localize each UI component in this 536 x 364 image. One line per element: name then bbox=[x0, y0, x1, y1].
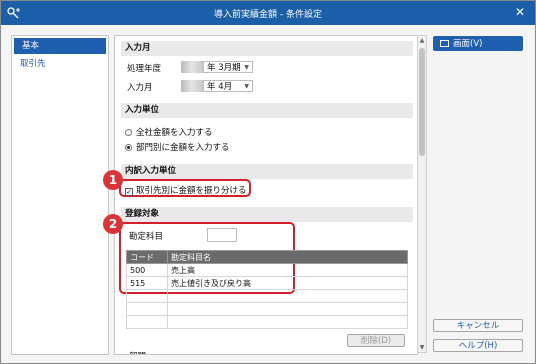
radio-company-total[interactable]: 全社金額を入力する bbox=[125, 126, 213, 138]
table-cell bbox=[167, 302, 408, 316]
client-allocation-label: 取引先別に金額を振り分ける bbox=[136, 186, 247, 196]
radio-company-total-label: 全社金額を入力する bbox=[136, 128, 213, 138]
table-row[interactable] bbox=[126, 315, 408, 329]
table-cell bbox=[167, 289, 408, 303]
screen-button-label: 画面(V) bbox=[453, 39, 483, 49]
section-breakdown-title: 内訳入力単位 bbox=[121, 164, 413, 179]
fiscal-year-select[interactable]: 年 3月期 ▼ bbox=[203, 61, 253, 73]
radio-by-department[interactable]: 部門別に金額を入力する bbox=[125, 141, 230, 153]
table-header-row: コード 勘定科目名 bbox=[126, 250, 408, 264]
table-row[interactable]: 515 売上値引き及び戻り高 bbox=[126, 276, 408, 290]
table-cell: 515 bbox=[126, 276, 168, 290]
table-cell: 500 bbox=[126, 263, 168, 277]
fiscal-year-blurred bbox=[181, 61, 203, 73]
scrollbar-thumb[interactable] bbox=[419, 48, 425, 156]
table-cell bbox=[126, 289, 168, 303]
sidebar-item-clients[interactable]: 取引先 bbox=[12, 56, 108, 72]
delete-button[interactable]: 削除(D) bbox=[347, 334, 405, 347]
table-row[interactable]: 500 売上高 bbox=[126, 263, 408, 277]
title-bar: 導入前実績金額 - 条件設定 ✕ bbox=[1, 1, 535, 25]
input-month-label: 入力月 bbox=[127, 83, 153, 93]
scrollbar[interactable]: ▲ ▼ bbox=[417, 35, 427, 353]
radio-button[interactable] bbox=[125, 129, 132, 136]
radio-by-department-label: 部門別に金額を入力する bbox=[136, 143, 230, 153]
scroll-up-icon[interactable]: ▲ bbox=[418, 37, 426, 44]
annotation-badge-2: 2 bbox=[103, 214, 123, 234]
radio-button-selected[interactable] bbox=[125, 144, 132, 151]
input-month-blurred bbox=[181, 80, 203, 92]
table-cell bbox=[126, 315, 168, 329]
department-label: 部門 bbox=[129, 350, 146, 354]
screen-icon bbox=[440, 40, 449, 47]
chevron-down-icon: ▼ bbox=[244, 64, 249, 71]
screen-button[interactable]: 画面(V) bbox=[433, 36, 523, 51]
close-icon[interactable]: ✕ bbox=[515, 5, 525, 19]
table-cell: 売上値引き及び戻り高 bbox=[167, 276, 408, 290]
table-row[interactable] bbox=[126, 302, 408, 316]
dialog-window: 導入前実績金額 - 条件設定 ✕ 基本 取引先 入力月 処理年度 年 3月期 ▼… bbox=[0, 0, 536, 364]
settings-panel: 入力月 処理年度 年 3月期 ▼ 入力月 年 4月 ▼ 入力単位 全社金額を入力… bbox=[114, 35, 418, 355]
annotation-badge-1: 1 bbox=[103, 170, 123, 190]
table-cell bbox=[167, 315, 408, 329]
account-table: コード 勘定科目名 500 売上高 515 売上値引き及び戻り高 bbox=[126, 250, 408, 329]
account-input[interactable] bbox=[207, 228, 237, 242]
column-account-name[interactable]: 勘定科目名 bbox=[167, 250, 408, 264]
sidebar-item-basic[interactable]: 基本 bbox=[14, 38, 106, 54]
fiscal-year-value: 年 3月期 bbox=[207, 63, 241, 73]
help-button[interactable]: ヘルプ(H) bbox=[433, 339, 523, 352]
input-month-select[interactable]: 年 4月 ▼ bbox=[203, 80, 253, 92]
account-label: 勘定科目 bbox=[129, 232, 164, 242]
scroll-down-icon[interactable]: ▼ bbox=[418, 344, 426, 351]
sidebar: 基本 取引先 bbox=[11, 35, 109, 355]
column-code[interactable]: コード bbox=[126, 250, 168, 264]
table-cell: 売上高 bbox=[167, 263, 408, 277]
check-icon[interactable]: ✓ bbox=[125, 188, 133, 196]
section-input-unit-title: 入力単位 bbox=[121, 103, 413, 118]
input-month-value: 年 4月 bbox=[207, 82, 233, 92]
fiscal-year-label: 処理年度 bbox=[127, 64, 162, 74]
table-row[interactable] bbox=[126, 289, 408, 303]
section-registration-title: 登録対象 bbox=[121, 207, 413, 222]
client-allocation-checkbox-row[interactable]: ✓ 取引先別に金額を振り分ける bbox=[125, 184, 247, 196]
chevron-down-icon: ▼ bbox=[244, 83, 249, 90]
table-cell bbox=[126, 302, 168, 316]
window-title: 導入前実績金額 - 条件設定 bbox=[214, 10, 322, 20]
section-input-month-title: 入力月 bbox=[121, 41, 413, 56]
cancel-button[interactable]: キャンセル bbox=[433, 319, 523, 332]
